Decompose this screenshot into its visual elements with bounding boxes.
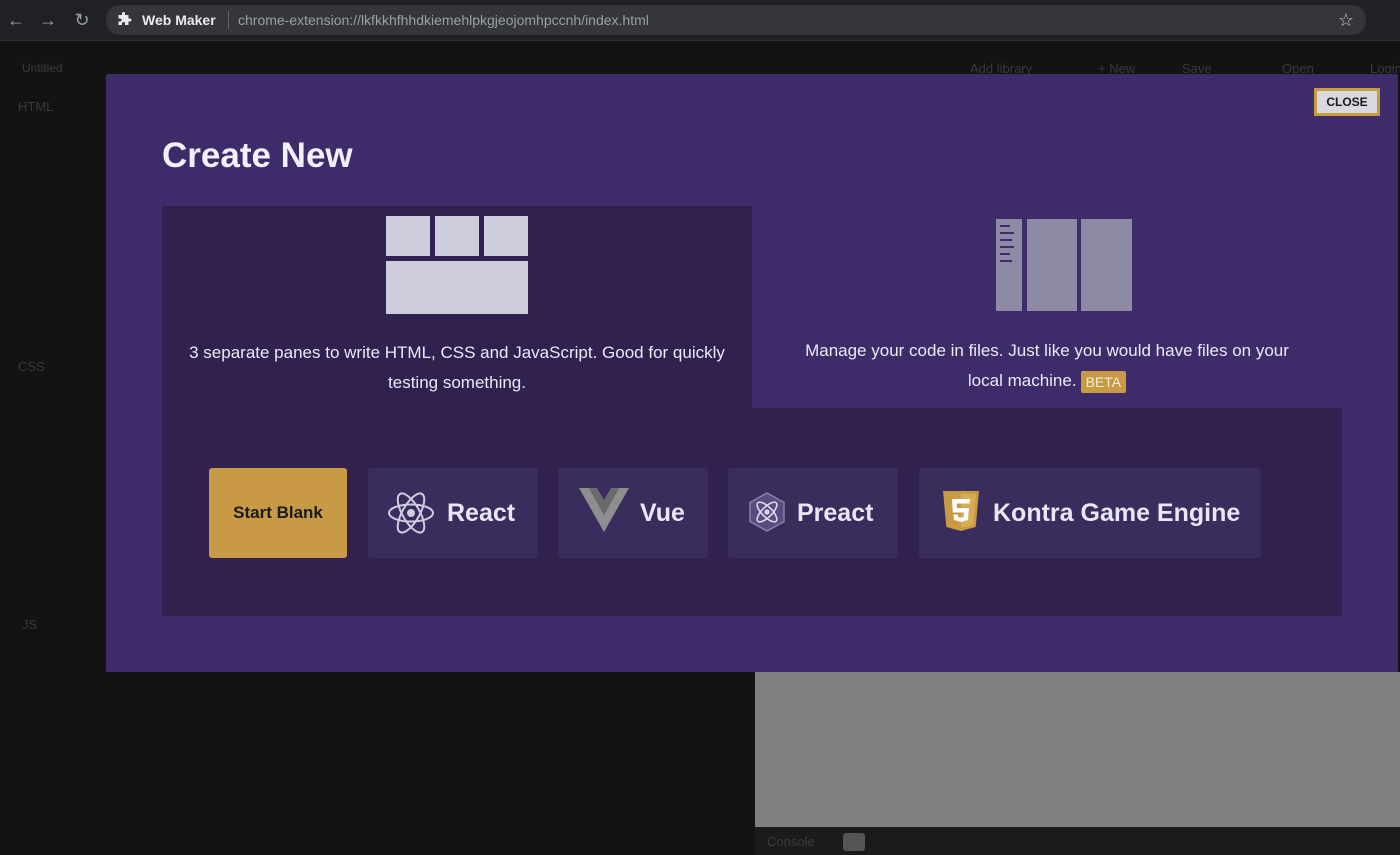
js-pane-label[interactable]: JS bbox=[22, 617, 37, 632]
back-arrow-icon[interactable]: ← bbox=[4, 8, 28, 32]
create-new-modal: CLOSE Create New 3 separate panes to wri… bbox=[106, 74, 1398, 672]
modal-title: Create New bbox=[162, 136, 353, 175]
template-label: Vue bbox=[640, 499, 685, 527]
address-separator bbox=[228, 11, 229, 29]
url-text[interactable]: chrome-extension://lkfkkhfhhdkiemehlpkgj… bbox=[238, 12, 649, 28]
close-button[interactable]: CLOSE bbox=[1314, 88, 1380, 116]
html-pane-label[interactable]: HTML bbox=[18, 99, 53, 114]
vue-icon bbox=[579, 488, 629, 532]
bookmark-star-icon[interactable]: ☆ bbox=[1338, 10, 1354, 31]
preact-icon bbox=[749, 492, 785, 532]
html5-icon bbox=[943, 491, 979, 531]
templates-area: Start Blank React Vue Preact Kontra Game… bbox=[162, 408, 1342, 616]
address-bar[interactable]: Web Maker chrome-extension://lkfkkhfhhdk… bbox=[106, 5, 1366, 35]
three-panes-layout-icon bbox=[386, 216, 528, 314]
react-template-button[interactable]: React bbox=[368, 468, 538, 558]
reload-icon[interactable]: ↻ bbox=[70, 8, 94, 32]
forward-arrow-icon[interactable]: → bbox=[36, 8, 60, 32]
template-label: React bbox=[447, 499, 516, 527]
kontra-template-button[interactable]: Kontra Game Engine bbox=[919, 468, 1261, 558]
console-label: Console bbox=[767, 834, 815, 849]
mode-option-files[interactable]: Manage your code in files. Just like you… bbox=[752, 206, 1342, 408]
mode-description: Manage your code in files. Just like you… bbox=[752, 336, 1342, 396]
files-layout-icon bbox=[996, 219, 1132, 311]
template-label: Kontra Game Engine bbox=[993, 499, 1241, 527]
css-pane-label[interactable]: CSS bbox=[18, 359, 45, 374]
console-count-badge bbox=[843, 833, 865, 851]
project-title: Untitled bbox=[22, 61, 63, 75]
start-blank-button[interactable]: Start Blank bbox=[209, 468, 347, 558]
template-label: Start Blank bbox=[233, 503, 323, 522]
mode-option-three-panes[interactable]: 3 separate panes to write HTML, CSS and … bbox=[162, 206, 752, 408]
vue-template-button[interactable]: Vue bbox=[558, 468, 708, 558]
preact-template-button[interactable]: Preact bbox=[728, 468, 898, 558]
puzzle-piece-icon bbox=[118, 12, 132, 25]
preview-pane bbox=[755, 672, 1400, 827]
template-label: Preact bbox=[797, 499, 874, 527]
site-name: Web Maker bbox=[142, 12, 216, 28]
mode-description-text: Manage your code in files. Just like you… bbox=[805, 341, 1289, 390]
mode-description: 3 separate panes to write HTML, CSS and … bbox=[189, 343, 725, 392]
react-icon bbox=[388, 492, 434, 534]
beta-badge: BETA bbox=[1080, 370, 1127, 393]
browser-toolbar: ← → ↻ Web Maker chrome-extension://lkfkk… bbox=[0, 0, 1400, 41]
